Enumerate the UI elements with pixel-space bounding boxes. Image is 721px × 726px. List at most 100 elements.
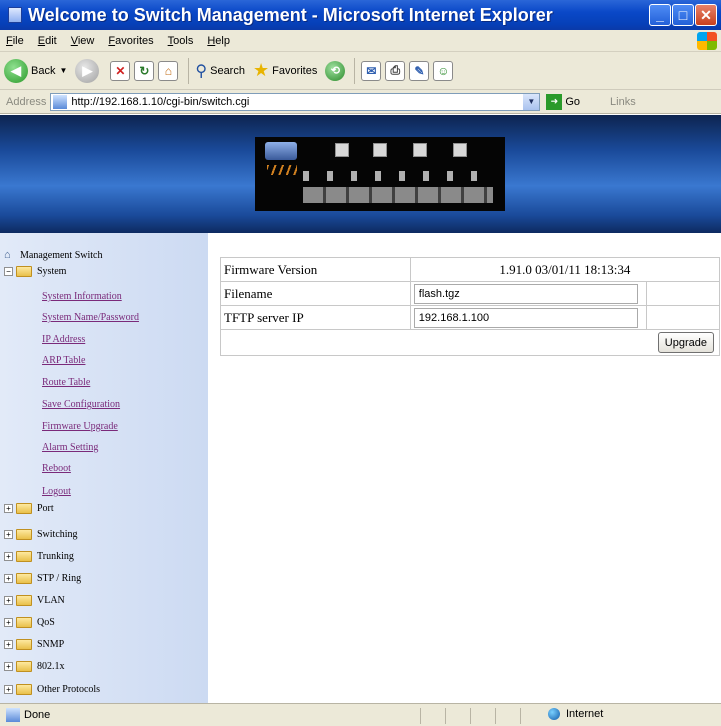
ethernet-ports [303, 187, 493, 203]
edit-icon[interactable]: ✎ [409, 60, 430, 81]
go-label: Go [565, 95, 581, 108]
favorites-button[interactable]: ★ Favorites [253, 60, 317, 81]
folder-icon [16, 661, 32, 672]
collapse-icon[interactable]: − [4, 267, 13, 276]
folder-label: STP / Ring [37, 573, 82, 584]
folder-label: Switching [37, 529, 78, 540]
firmware-version-label: Firmware Version [220, 257, 411, 282]
nav-link-arp-table[interactable]: ARP Table [42, 355, 85, 366]
messenger-icon[interactable]: ☺ [433, 60, 454, 81]
nav-link-route-table[interactable]: Route Table [42, 377, 90, 388]
status-divider [495, 708, 496, 724]
firmware-version-value: 1.91.0 03/01/11 18:13:34 [409, 257, 721, 282]
address-input[interactable]: http://192.168.1.10/cgi-bin/switch.cgi ▼ [50, 92, 541, 111]
menu-tools[interactable]: Tools [168, 35, 194, 47]
favorites-label: Favorites [272, 64, 318, 77]
nav-link-firmware-upgrade[interactable]: Firmware Upgrade [42, 421, 118, 432]
back-dropdown-icon[interactable]: ▼ [59, 66, 67, 75]
firmware-upgrade-form: Firmware Version 1.91.0 03/01/11 18:13:3… [220, 257, 721, 356]
address-url[interactable]: http://192.168.1.10/cgi-bin/switch.cgi [71, 96, 249, 108]
tftp-server-ip-label: TFTP server IP [220, 305, 411, 330]
expand-icon[interactable]: + [4, 640, 13, 649]
menu-favorites[interactable]: Favorites [108, 35, 153, 47]
nav-link-system-name-password[interactable]: System Name/Password [42, 312, 139, 323]
refresh-icon[interactable]: ↻ [134, 60, 155, 81]
expand-icon[interactable]: + [4, 530, 13, 539]
zone-label: Internet [566, 708, 604, 720]
expand-icon[interactable]: + [4, 618, 13, 627]
forward-button[interactable]: ▶ [75, 58, 102, 83]
close-button[interactable]: ✕ [695, 4, 717, 26]
expand-icon[interactable]: + [4, 662, 13, 671]
expand-icon[interactable]: + [4, 574, 13, 583]
nav-link-system-information[interactable]: System Information [42, 291, 122, 302]
status-text: Done [24, 709, 51, 721]
folder-label: QoS [37, 617, 55, 628]
fiber-port-icon [453, 143, 467, 157]
status-bar: Done Internet [0, 703, 721, 726]
maximize-button[interactable]: □ [672, 4, 694, 26]
menu-edit[interactable]: Edit [38, 35, 57, 47]
tree-folder-vlan[interactable]: + VLAN [4, 595, 65, 606]
page-icon [53, 94, 68, 109]
tree-folder-switching[interactable]: + Switching [4, 529, 78, 540]
search-label: Search [210, 64, 245, 77]
back-button[interactable]: ◀ Back ▼ [4, 58, 67, 83]
minimize-button[interactable]: _ [649, 4, 671, 26]
tree-folder-system[interactable]: − System [4, 266, 66, 277]
filename-input[interactable] [413, 283, 638, 304]
nav-link-reboot[interactable]: Reboot [42, 463, 71, 474]
filename-cell [409, 281, 647, 306]
table-row: TFTP server IP [220, 305, 721, 330]
stop-icon[interactable]: ✕ [110, 60, 131, 81]
expand-icon[interactable]: + [4, 552, 13, 561]
toolbar-separator [188, 57, 190, 84]
forward-arrow-icon: ▶ [75, 58, 100, 83]
tree-root[interactable]: ⌂ Management Switch [4, 249, 102, 261]
tree-folder-port[interactable]: + Port [4, 503, 54, 514]
menu-bar: File Edit View Favorites Tools Help [0, 30, 721, 52]
back-arrow-icon: ◀ [4, 58, 28, 83]
folder-icon [16, 617, 32, 628]
nav-link-ip-address[interactable]: IP Address [42, 334, 85, 345]
status-divider [445, 708, 446, 724]
nav-link-logout[interactable]: Logout [42, 486, 71, 497]
internet-globe-icon [548, 708, 560, 720]
links-button[interactable]: Links [610, 96, 636, 108]
title-bar: Welcome to Switch Management - Microsoft… [0, 0, 721, 30]
ie-window-icon[interactable] [8, 7, 22, 23]
folder-label: System [37, 266, 67, 277]
folder-label: Port [37, 503, 54, 514]
expand-icon[interactable]: + [4, 504, 13, 513]
history-icon[interactable]: ⟲ [325, 60, 346, 81]
go-button[interactable]: ➜ Go [546, 93, 581, 110]
mail-icon[interactable]: ✉ [361, 60, 382, 81]
folder-label: SNMP [37, 639, 65, 650]
fiber-port-icon [413, 143, 427, 157]
expand-icon[interactable]: + [4, 596, 13, 605]
management-switch-icon: ⌂ [4, 249, 11, 261]
tree-root-label: Management Switch [20, 249, 103, 261]
tree-folder-802-1x[interactable]: + 802.1x [4, 661, 65, 672]
expand-icon[interactable]: + [4, 685, 13, 694]
home-icon[interactable]: ⌂ [158, 60, 179, 81]
menu-view[interactable]: View [71, 35, 95, 47]
table-row: Firmware Version 1.91.0 03/01/11 18:13:3… [220, 257, 721, 282]
tftp-server-ip-input[interactable] [413, 307, 638, 328]
nav-link-save-configuration[interactable]: Save Configuration [42, 399, 120, 410]
tree-folder-other-protocols[interactable]: + Other Protocols [4, 684, 100, 695]
upgrade-button[interactable]: Upgrade [657, 332, 714, 353]
print-icon[interactable]: ⎙ [385, 60, 406, 81]
menu-help[interactable]: Help [207, 35, 230, 47]
menu-file[interactable]: File [6, 35, 24, 47]
tree-folder-stp-ring[interactable]: + STP / Ring [4, 573, 81, 584]
tree-folder-qos[interactable]: + QoS [4, 617, 55, 628]
folder-icon [16, 503, 32, 514]
windows-logo-icon [697, 32, 717, 50]
status-divider [520, 708, 521, 724]
search-button[interactable]: ⚲ Search [195, 61, 245, 81]
tree-folder-snmp[interactable]: + SNMP [4, 639, 64, 650]
address-dropdown-icon[interactable]: ▼ [523, 93, 540, 110]
nav-link-alarm-setting[interactable]: Alarm Setting [42, 442, 98, 453]
tree-folder-trunking[interactable]: + Trunking [4, 551, 74, 562]
